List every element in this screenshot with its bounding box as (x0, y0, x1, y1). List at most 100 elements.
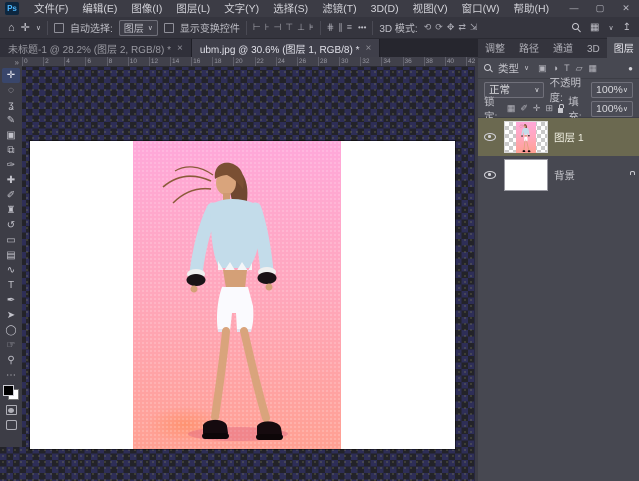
layer-row-layer1[interactable]: 图层 1 (478, 118, 639, 156)
visibility-cell[interactable] (482, 171, 498, 179)
menu-window[interactable]: 窗口(W) (455, 1, 507, 16)
layer-name[interactable]: 图层 1 (554, 130, 584, 145)
marquee-tool[interactable]: ◌ (2, 83, 20, 98)
healing-brush-tool[interactable]: ✚ (2, 173, 20, 188)
menu-3d[interactable]: 3D(D) (364, 3, 406, 15)
close-icon[interactable]: × (365, 43, 371, 54)
frame-tool[interactable]: ▣ (2, 128, 20, 143)
crop-tool[interactable]: ⧉ (2, 143, 20, 158)
quick-select-tool[interactable]: ✎ (2, 113, 20, 128)
search-icon[interactable] (572, 23, 581, 32)
workspace-icon[interactable]: ▦ (590, 22, 599, 33)
align-icon[interactable]: ⊧ (309, 22, 314, 33)
distribute-icon[interactable]: ≡ (347, 22, 352, 33)
lock-option-icon[interactable]: ✛ (533, 103, 541, 114)
shape-tool[interactable]: ◯ (2, 323, 20, 338)
document-canvas[interactable] (30, 141, 455, 449)
align-icon[interactable]: ⊢ (253, 22, 261, 33)
layer-name[interactable]: 背景 (554, 168, 575, 183)
filter-kind-icon[interactable]: ▣ (538, 63, 547, 74)
doc-tab-ubm[interactable]: ubm.jpg @ 30.6% (图层 1, RGB/8) * × (192, 39, 381, 57)
menu-image[interactable]: 图像(I) (124, 1, 169, 16)
eraser-tool[interactable]: ▭ (2, 233, 20, 248)
quick-mask-icon[interactable] (6, 405, 17, 415)
more-options-icon[interactable]: ••• (358, 23, 366, 32)
menu-select[interactable]: 选择(S) (266, 1, 315, 16)
align-icon[interactable]: ⊣ (273, 22, 281, 33)
clone-stamp-tool[interactable]: ♜ (2, 203, 20, 218)
menu-view[interactable]: 视图(V) (406, 1, 455, 16)
eye-icon[interactable] (484, 133, 496, 141)
zoom-tool[interactable]: ⚲ (2, 353, 20, 368)
lock-option-icon[interactable]: ⊞ (545, 103, 553, 114)
tab-paths[interactable]: 路径 (512, 37, 546, 58)
auto-select-checkbox[interactable] (54, 23, 64, 33)
menu-help[interactable]: 帮助(H) (507, 1, 557, 16)
tab-adjustments[interactable]: 调整 (478, 37, 512, 58)
maximize-button[interactable]: ▢ (587, 3, 613, 14)
eye-icon[interactable] (484, 171, 496, 179)
type-tool[interactable]: T (2, 278, 20, 293)
filter-toggle-icon[interactable]: ● (628, 64, 633, 73)
auto-select-dropdown[interactable]: 图层 ∨ (119, 20, 158, 36)
layer-thumbnail[interactable] (504, 121, 548, 153)
pen-tool[interactable]: ✒ (2, 293, 20, 308)
menu-type[interactable]: 文字(Y) (217, 1, 266, 16)
gradient-tool[interactable]: ▤ (2, 248, 20, 263)
show-transform-checkbox[interactable] (164, 23, 174, 33)
close-button[interactable]: ✕ (613, 3, 639, 14)
3d-mode-icon[interactable]: ⟳ (435, 22, 443, 33)
filter-kind-icon[interactable]: ◑ (553, 63, 558, 74)
menu-file[interactable]: 文件(F) (27, 1, 75, 16)
smudge-tool[interactable]: ∿ (2, 263, 20, 278)
chevron-down-icon[interactable]: ∨ (524, 64, 529, 72)
filter-kind-icon[interactable]: ▱ (576, 63, 583, 74)
3d-mode-icon[interactable]: ⇲ (470, 22, 478, 33)
3d-mode-icon[interactable]: ⇄ (458, 22, 466, 33)
lock-option-icon[interactable]: ▦ (507, 103, 516, 114)
eyedropper-tool[interactable]: ✑ (2, 158, 20, 173)
chevron-down-icon[interactable]: ∨ (608, 24, 613, 32)
history-brush-tool[interactable]: ↺ (2, 218, 20, 233)
layer-row-background[interactable]: 背景 (478, 156, 639, 194)
path-select-tool[interactable]: ➤ (2, 308, 20, 323)
distribute-icon[interactable]: ⋕ (327, 22, 335, 33)
visibility-cell[interactable] (482, 133, 498, 141)
share-icon[interactable]: ↥ (623, 22, 631, 33)
brush-tool[interactable]: ✐ (2, 188, 20, 203)
3d-mode-icon[interactable]: ✥ (447, 22, 455, 33)
screen-mode-icon[interactable] (6, 420, 17, 430)
menu-filter[interactable]: 滤镜(T) (315, 1, 363, 16)
lock-option-icon[interactable]: ✐ (520, 103, 528, 114)
doc-tab-untitled[interactable]: 未标题-1 @ 28.2% (图层 2, RGB/8) * × (0, 39, 192, 57)
align-icon[interactable]: ⊦ (265, 22, 270, 33)
foreground-color-swatch[interactable] (3, 385, 14, 396)
align-icon[interactable]: ⊤ (285, 22, 293, 33)
color-swatches[interactable] (3, 385, 19, 400)
home-icon[interactable]: ⌂ (8, 22, 15, 34)
chevron-down-icon[interactable]: ∨ (36, 24, 41, 32)
fill-dropdown[interactable]: 100% ∨ (591, 101, 633, 117)
filter-kind-icon[interactable]: T (564, 63, 570, 74)
edit-toolbar-icon[interactable]: ⋯ (2, 368, 20, 383)
menu-layer[interactable]: 图层(L) (169, 1, 217, 16)
hand-tool[interactable]: ☞ (2, 338, 20, 353)
close-icon[interactable]: × (177, 43, 183, 54)
distribute-icon[interactable]: ∥ (338, 22, 343, 33)
menu-edit[interactable]: 编辑(E) (75, 1, 124, 16)
collapse-toolbar-icon[interactable]: » (15, 58, 19, 68)
tab-layers[interactable]: 图层 (607, 37, 639, 58)
photo-layer[interactable] (133, 141, 341, 449)
filter-kind-icon[interactable]: ▦ (589, 63, 598, 74)
move-tool-preset-icon[interactable]: ✛ (21, 21, 30, 34)
minimize-button[interactable]: — (561, 3, 587, 14)
tab-channels[interactable]: 通道 (546, 37, 580, 58)
align-icon[interactable]: ⊥ (297, 22, 305, 33)
lasso-tool[interactable]: ʓ (2, 98, 20, 113)
tab-3d[interactable]: 3D (580, 41, 607, 58)
opacity-dropdown[interactable]: 100% ∨ (591, 82, 633, 98)
layer-thumbnail[interactable] (504, 159, 548, 191)
3d-mode-icon[interactable]: ⟲ (424, 22, 432, 33)
lock-all-icon[interactable] (558, 108, 563, 113)
canvas-area[interactable]: 024681012141618202224262830323436384042 (0, 57, 475, 481)
